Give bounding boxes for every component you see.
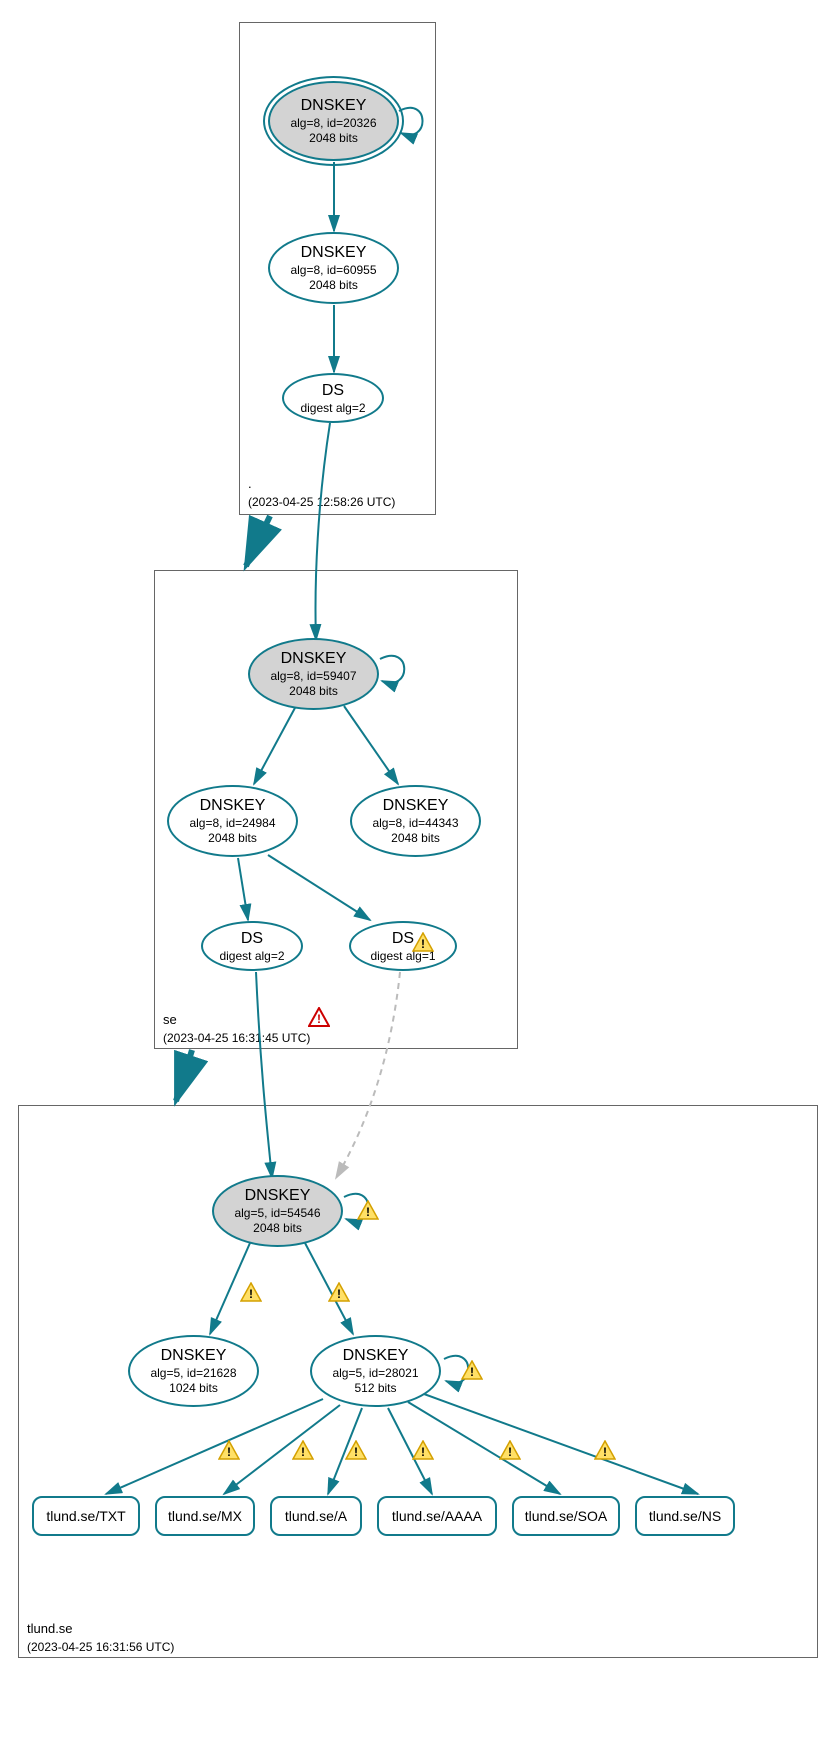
svg-text:!: ! [421, 1445, 425, 1459]
warning-icon: ! [412, 932, 434, 952]
node-tlund-zsk2: DNSKEY alg=5, id=28021 512 bits [310, 1335, 441, 1407]
leaf-soa-label: tlund.se/SOA [525, 1508, 608, 1524]
svg-text:!: ! [337, 1287, 341, 1301]
svg-text:!: ! [317, 1012, 321, 1026]
leaf-mx: tlund.se/MX [155, 1496, 255, 1536]
node-se-ksk: DNSKEY alg=8, id=59407 2048 bits [248, 638, 379, 710]
edges-layer [0, 0, 836, 1746]
node-root-ksk: DNSKEY alg=8, id=20326 2048 bits [268, 81, 399, 161]
leaf-soa: tlund.se/SOA [512, 1496, 620, 1536]
leaf-txt-label: tlund.se/TXT [46, 1508, 125, 1524]
warning-icon: ! [218, 1440, 240, 1460]
leaf-ns: tlund.se/NS [635, 1496, 735, 1536]
svg-text:!: ! [421, 937, 425, 951]
leaf-a: tlund.se/A [270, 1496, 362, 1536]
node-se-ds2-title: DS [392, 929, 414, 949]
node-tlund-zsk2-sub: alg=5, id=28021 [332, 1366, 418, 1381]
node-root-ksk-title: DNSKEY [301, 96, 367, 116]
leaf-aaaa-label: tlund.se/AAAA [392, 1508, 482, 1524]
node-se-zsk2-title: DNSKEY [383, 796, 449, 816]
svg-text:!: ! [301, 1445, 305, 1459]
svg-text:!: ! [603, 1445, 607, 1459]
svg-text:!: ! [366, 1205, 370, 1219]
node-tlund-ksk-sub2: 2048 bits [253, 1221, 302, 1236]
svg-text:!: ! [470, 1365, 474, 1379]
node-tlund-zsk1-title: DNSKEY [161, 1346, 227, 1366]
node-tlund-zsk1: DNSKEY alg=5, id=21628 1024 bits [128, 1335, 259, 1407]
node-root-ksk-sub: alg=8, id=20326 [290, 116, 376, 131]
node-se-ds1-sub: digest alg=2 [219, 949, 284, 964]
node-tlund-zsk1-sub2: 1024 bits [169, 1381, 218, 1396]
node-root-zsk-title: DNSKEY [301, 243, 367, 263]
warning-icon: ! [240, 1282, 262, 1302]
node-se-zsk2-sub2: 2048 bits [391, 831, 440, 846]
node-root-ds: DS digest alg=2 [282, 373, 384, 423]
node-tlund-zsk2-sub2: 512 bits [354, 1381, 396, 1396]
node-se-ds2: DS digest alg=1 [349, 921, 457, 971]
leaf-txt: tlund.se/TXT [32, 1496, 140, 1536]
node-root-ds-title: DS [322, 381, 344, 401]
leaf-aaaa: tlund.se/AAAA [377, 1496, 497, 1536]
node-se-ksk-title: DNSKEY [281, 649, 347, 669]
node-root-ds-sub: digest alg=2 [300, 401, 365, 416]
node-se-zsk1-title: DNSKEY [200, 796, 266, 816]
warning-icon: ! [292, 1440, 314, 1460]
svg-text:!: ! [354, 1445, 358, 1459]
node-tlund-zsk2-title: DNSKEY [343, 1346, 409, 1366]
node-root-zsk-sub: alg=8, id=60955 [290, 263, 376, 278]
node-tlund-zsk1-sub: alg=5, id=21628 [150, 1366, 236, 1381]
svg-text:!: ! [249, 1287, 253, 1301]
node-root-zsk-sub2: 2048 bits [309, 278, 358, 293]
node-se-zsk1-sub: alg=8, id=24984 [189, 816, 275, 831]
node-tlund-ksk-title: DNSKEY [245, 1186, 311, 1206]
node-se-zsk2: DNSKEY alg=8, id=44343 2048 bits [350, 785, 481, 857]
leaf-ns-label: tlund.se/NS [649, 1508, 721, 1524]
leaf-a-label: tlund.se/A [285, 1508, 347, 1524]
node-se-ds1: DS digest alg=2 [201, 921, 303, 971]
warning-icon: ! [594, 1440, 616, 1460]
node-se-ksk-sub: alg=8, id=59407 [270, 669, 356, 684]
node-se-ksk-sub2: 2048 bits [289, 684, 338, 699]
node-se-zsk1: DNSKEY alg=8, id=24984 2048 bits [167, 785, 298, 857]
leaf-mx-label: tlund.se/MX [168, 1508, 242, 1524]
warning-icon: ! [412, 1440, 434, 1460]
node-root-ksk-sub2: 2048 bits [309, 131, 358, 146]
node-se-zsk1-sub2: 2048 bits [208, 831, 257, 846]
warning-icon: ! [328, 1282, 350, 1302]
warning-icon: ! [357, 1200, 379, 1220]
node-root-zsk: DNSKEY alg=8, id=60955 2048 bits [268, 232, 399, 304]
svg-text:!: ! [508, 1445, 512, 1459]
svg-text:!: ! [227, 1445, 231, 1459]
warning-icon: ! [499, 1440, 521, 1460]
warning-icon: ! [345, 1440, 367, 1460]
error-icon: ! [308, 1007, 330, 1027]
node-se-zsk2-sub: alg=8, id=44343 [372, 816, 458, 831]
node-tlund-ksk: DNSKEY alg=5, id=54546 2048 bits [212, 1175, 343, 1247]
warning-icon: ! [461, 1360, 483, 1380]
node-tlund-ksk-sub: alg=5, id=54546 [234, 1206, 320, 1221]
node-se-ds1-title: DS [241, 929, 263, 949]
